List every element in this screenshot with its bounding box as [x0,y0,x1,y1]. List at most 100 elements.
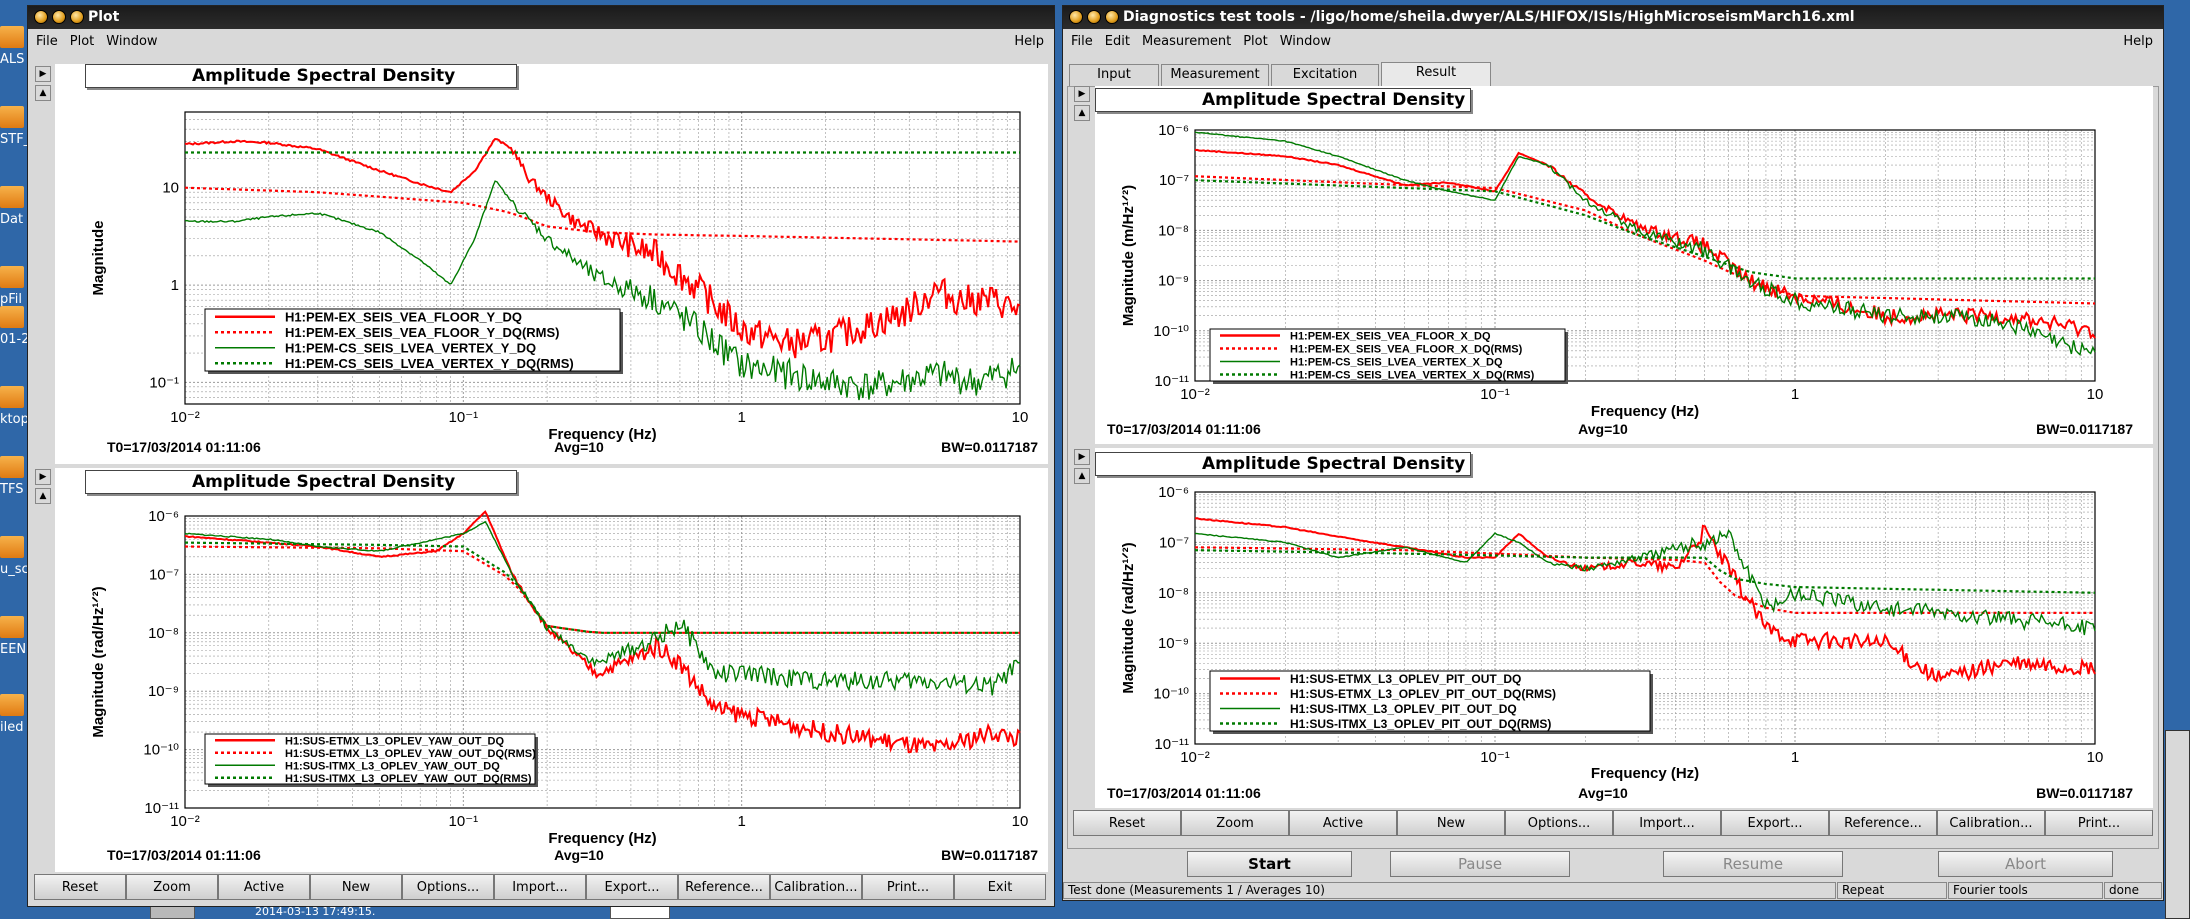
menu-plot[interactable]: Plot [70,34,95,49]
panel-scroll-up-icon[interactable]: ▲ [35,85,51,101]
avg-label: Avg=10 [1578,785,1628,801]
avg-label: Avg=10 [1578,421,1628,437]
y-tick-label: 10⁻¹ [149,374,179,391]
folder-icon [0,106,24,128]
menu-window[interactable]: Window [1280,34,1331,49]
y-tick-label: 10⁻⁶ [1158,122,1189,139]
start-button[interactable]: Start [1187,851,1352,877]
abort-button[interactable]: Abort [1938,851,2113,877]
dtt-window-titlebar[interactable]: Diagnostics test tools - /ligo/home/shei… [1063,6,2163,29]
resume-button[interactable]: Resume [1663,851,1843,877]
desktop-icon-label: ALS [0,52,25,67]
reference-button[interactable]: Reference... [1829,810,1937,836]
tab-result[interactable]: Result [1381,62,1491,86]
active-button[interactable]: Active [1289,810,1397,836]
x-tick-label: 1 [1791,386,1799,403]
active-button[interactable]: Active [218,874,310,900]
dtt-window[interactable]: Diagnostics test tools - /ligo/home/shei… [1062,5,2164,901]
y-tick-label: 10⁻⁸ [1158,222,1189,239]
desktop-icon[interactable]: 01-2 [0,302,30,348]
x-tick-label: 10⁻² [170,409,200,426]
legend-entry: H1:PEM-CS_SEIS_LVEA_VERTEX_Y_DQ [285,341,536,356]
plot-title: Amplitude Spectral Density [85,470,517,494]
asd-chart: 10⁻² 10⁻¹ 1 1010⁻⁶10⁻⁷10⁻⁸10⁻⁹10⁻¹⁰10⁻¹¹Fre… [90,508,1038,863]
desktop-icon[interactable]: iled [0,690,26,736]
panel-scroll-right-icon[interactable]: ▶ [35,66,51,82]
desktop-icon[interactable]: EENS [0,612,34,658]
window-menu-icon[interactable] [1069,10,1083,24]
desktop-icon[interactable]: u_sc [0,532,29,578]
tab-input[interactable]: Input [1069,64,1159,86]
minimize-icon[interactable] [52,10,66,24]
folder-icon [0,616,24,638]
x-tick-label: 10⁻¹ [449,409,479,426]
tab-measurement[interactable]: Measurement [1161,64,1269,86]
desktop-icon[interactable]: ktop [0,382,29,428]
x-tick-label: 10 [1012,813,1029,830]
y-tick-label: 10 [162,180,179,197]
print-button[interactable]: Print... [2045,810,2153,836]
import-button[interactable]: Import... [1613,810,1721,836]
y-tick-label: 10⁻¹⁰ [1153,323,1189,340]
taskbar: 2014-03-13 17:49:15. [0,905,2190,919]
menu-file[interactable]: File [1071,34,1093,49]
window-menu-icon[interactable] [34,10,48,24]
panel-scroll-up-icon[interactable]: ▲ [1074,105,1090,121]
exit-button[interactable]: Exit [954,874,1046,900]
panel-scroll-right-icon[interactable]: ▶ [1074,86,1090,102]
x-tick-label: 1 [737,813,745,830]
taskbar-thumbnail[interactable] [150,905,195,919]
menu-help[interactable]: Help [1014,34,1044,49]
plot-title: Amplitude Spectral Density [85,64,517,88]
plot-panel-1[interactable]: 10⁻² 10⁻¹ 1 10 10 1 10⁻¹ Frequency (Hz) Magnitud… [55,64,1048,464]
menu-help[interactable]: Help [2123,34,2153,49]
tab-excitation[interactable]: Excitation [1271,64,1379,86]
menu-plot[interactable]: Plot [1243,34,1268,49]
reset-button[interactable]: Reset [1073,810,1181,836]
export-button[interactable]: Export... [1721,810,1829,836]
minimize-icon[interactable] [1087,10,1101,24]
panel-scroll-right-icon[interactable]: ▶ [35,469,51,485]
dtt-button-bar: Reset Zoom Active New Options... Import... Exp… [1073,810,2153,836]
plot-panel-2[interactable]: 10⁻² 10⁻¹ 1 10 10⁻⁶ 10⁻⁷ 10⁻⁸ 10⁻⁹ 10⁻¹⁰ 10⁻¹¹ Fre… [55,468,1048,872]
dtt-panel-1[interactable]: 10⁻² 10⁻¹ 1 10 10⁻⁶ 10⁻⁷ 10⁻⁸ 10⁻⁹ 10⁻¹⁰ 10⁻¹¹ Fre… [1095,86,2153,444]
menu-file[interactable]: File [36,34,58,49]
desktop-icon[interactable]: STF_ [0,102,30,148]
maximize-icon[interactable] [1105,10,1119,24]
new-button[interactable]: New [310,874,402,900]
calibration-button[interactable]: Calibration... [770,874,862,900]
options-button[interactable]: Options... [1505,810,1613,836]
asd-chart: 10⁻² 10⁻¹ 1 1010110⁻¹Frequency (Hz)Magnitud… [90,111,1038,455]
panel-scroll-up-icon[interactable]: ▲ [35,488,51,504]
import-button[interactable]: Import... [494,874,586,900]
export-button[interactable]: Export... [586,874,678,900]
dtt-panel-2[interactable]: 10⁻² 10⁻¹ 1 10 10⁻⁶ 10⁻⁷ 10⁻⁸ 10⁻⁹ 10⁻¹⁰ 10⁻¹¹ Fre… [1095,448,2153,808]
desktop-icon[interactable]: TFS [0,452,26,498]
x-axis-label: Frequency (Hz) [548,830,656,847]
new-button[interactable]: New [1397,810,1505,836]
print-button[interactable]: Print... [862,874,954,900]
legend-entry: H1:PEM-EX_SEIS_VEA_FLOOR_X_DQ [1290,331,1491,343]
zoom-button[interactable]: Zoom [1181,810,1289,836]
reset-button[interactable]: Reset [34,874,126,900]
desktop-icon-label: Dat [0,212,24,227]
series-line-2 [184,545,1020,634]
maximize-icon[interactable] [70,10,84,24]
desktop-icon[interactable]: Dat [0,182,26,228]
plot-window[interactable]: Plot File Plot Window Help ▶ ▲ ▶ ▲ 10⁻² 1… [27,5,1055,907]
menu-edit[interactable]: Edit [1105,34,1130,49]
t0-label: T0=17/03/2014 01:11:06 [107,847,261,863]
options-button[interactable]: Options... [402,874,494,900]
plot-window-titlebar[interactable]: Plot [28,6,1054,29]
calibration-button[interactable]: Calibration... [1937,810,2045,836]
dtt-window-title: Diagnostics test tools - /ligo/home/shei… [1123,9,1855,25]
menu-measurement[interactable]: Measurement [1142,34,1231,49]
desktop-icon[interactable]: ALS [0,22,26,68]
panel-scroll-up-icon[interactable]: ▲ [1074,468,1090,484]
menu-window[interactable]: Window [106,34,157,49]
taskbar-thumbnail-2[interactable] [610,905,670,919]
zoom-button[interactable]: Zoom [126,874,218,900]
reference-button[interactable]: Reference... [678,874,770,900]
pause-button[interactable]: Pause [1390,851,1570,877]
panel-scroll-right-icon[interactable]: ▶ [1074,449,1090,465]
